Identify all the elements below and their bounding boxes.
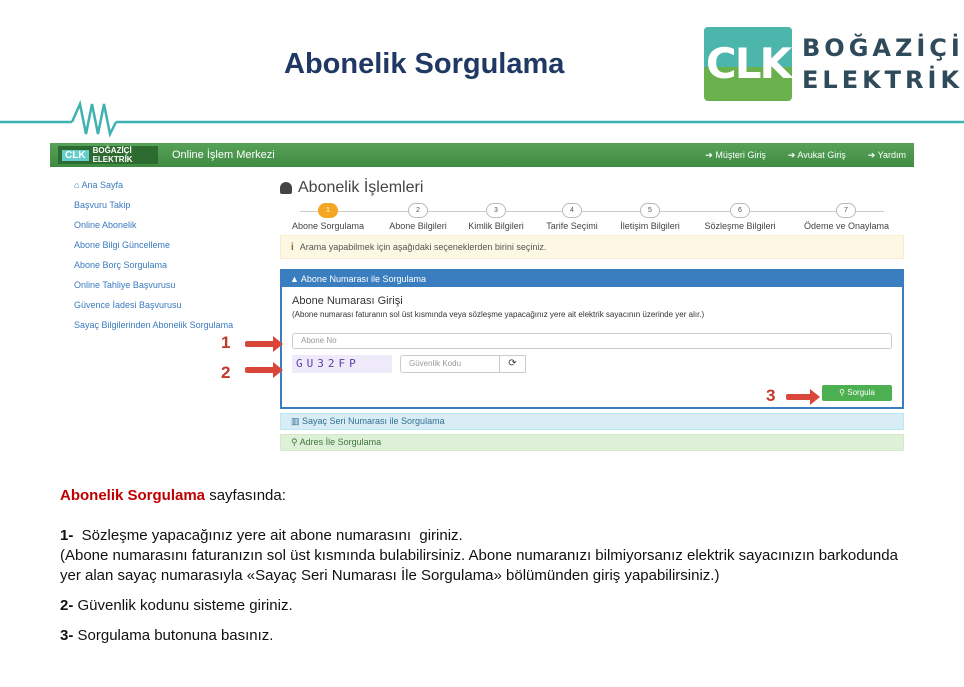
page-title-text: Abonelik İşlemleri [298, 179, 424, 196]
map-marker-icon: ⚲ [291, 437, 300, 447]
marker-1: 1 [221, 333, 231, 352]
step-2-number: 2- [60, 597, 74, 614]
intro-text: sayfasında: [205, 487, 286, 504]
abone-no-panel: ▲ Abone Numarası ile Sorgulama Abone Num… [280, 269, 904, 409]
company-logo: CLK BOĞAZİÇİ ELEKTRİK [704, 26, 964, 102]
wizard-step[interactable]: 3 Kimlik Bilgileri [454, 203, 538, 231]
instruction-step-2: 2- Güvenlik kodunu sisteme giriniz. [60, 596, 920, 616]
site-logo-mark: CLK [62, 149, 89, 161]
step-number: 5 [640, 203, 660, 218]
instruction-step-1-note: (Abone numarasını faturanızın sol üst kı… [60, 547, 898, 584]
sidebar-item-tahliye[interactable]: Online Tahliye Başvurusu [74, 279, 244, 299]
sidebar-item-label: Ana Sayfa [81, 180, 123, 190]
musteri-giris-link[interactable]: Müşteri Giriş [705, 150, 766, 161]
step-1-text: Sözleşme yapacağınız yere ait abone numa… [73, 527, 463, 544]
yardim-link[interactable]: Yardım [868, 150, 906, 161]
decorative-wave-line [0, 100, 964, 138]
slide-title: Abonelik Sorgulama [284, 48, 565, 80]
site-topbar: CLK BOĞAZİÇİ ELEKTRİK Online İşlem Merke… [50, 143, 914, 167]
refresh-captcha-button[interactable]: ⟳ [500, 355, 526, 373]
logo-line-1: BOĞAZİÇİ [802, 34, 964, 62]
wizard-step[interactable]: 5 İletişim Bilgileri [608, 203, 692, 231]
step-number: 2 [408, 203, 428, 218]
step-number: 1 [318, 203, 338, 218]
logo-wordmark: BOĞAZİÇİ ELEKTRİK [802, 32, 964, 96]
sidebar-item-online-abonelik[interactable]: Online Abonelik [74, 219, 244, 239]
wizard-step[interactable]: 6 Sözleşme Bilgileri [698, 203, 782, 231]
step-label: Abone Bilgileri [389, 221, 447, 231]
panel-note: (Abone numarası faturanın sol üst kısmın… [292, 310, 705, 319]
main-content: Abonelik İşlemleri 1 Abone Sorgulama 2 Abo… [280, 179, 904, 451]
marker-2: 2 [221, 363, 231, 382]
marker-3: 3 [766, 386, 776, 405]
step-label: İletişim Bilgileri [620, 221, 680, 231]
accordion-label: Sayaç Seri Numarası ile Sorgulama [302, 416, 445, 426]
instructions-intro: Abonelik Sorgulama sayfasında: [60, 486, 920, 506]
sorgula-label: Sorgula [847, 388, 875, 397]
avukat-giris-link[interactable]: Avukat Giriş [788, 150, 845, 161]
step-3-number: 3- [60, 627, 74, 644]
sidebar-item-bilgi-guncelleme[interactable]: Abone Bilgi Güncelleme [74, 239, 244, 259]
step-number: 4 [562, 203, 582, 218]
sidebar-item-sayac-sorgulama[interactable]: Sayaç Bilgilerinden Abonelik Sorgulama [74, 319, 244, 345]
sorgula-button[interactable]: ⚲ Sorgula [822, 385, 892, 401]
arrow-1 [245, 336, 283, 352]
panel-heading: Abone Numarası Girişi [292, 295, 403, 307]
barcode-icon: ▥ [291, 416, 303, 426]
accordion-seri-no[interactable]: ▥ Sayaç Seri Numarası ile Sorgulama [280, 413, 904, 430]
user-icon: ▲ [290, 274, 301, 284]
instructions: Abonelik Sorgulama sayfasında: 1- Sözleş… [60, 486, 920, 646]
info-icon: i [291, 241, 294, 253]
user-icon [280, 182, 292, 194]
wizard-step[interactable]: 4 Tarife Seçimi [530, 203, 614, 231]
captcha-image: GU32FP [292, 355, 392, 373]
website-screenshot: CLK BOĞAZİÇİ ELEKTRİK Online İşlem Merke… [50, 143, 914, 458]
sidebar-item-guvence-iadesi[interactable]: Güvence İadesi Başvurusu [74, 299, 244, 319]
step-number: 7 [836, 203, 856, 218]
site-title: Online İşlem Merkezi [172, 149, 275, 161]
wizard-step[interactable]: 2 Abone Bilgileri [376, 203, 460, 231]
sidebar-item-basvuru-takip[interactable]: Başvuru Takip [74, 199, 244, 219]
sidebar-item-home[interactable]: ⌂ Ana Sayfa [74, 179, 244, 199]
page-title: Abonelik İşlemleri [280, 179, 904, 197]
instruction-step-1: 1- Sözleşme yapacağınız yere ait abone n… [60, 526, 920, 546]
step-label: Abone Sorgulama [291, 221, 365, 231]
step-label: Tarife Seçimi [546, 221, 598, 231]
accordion-label: Adres İle Sorgulama [299, 437, 382, 447]
topbar-links: Müşteri Giriş Avukat Giriş Yardım [705, 150, 906, 161]
accordion-adres[interactable]: ⚲ Adres İle Sorgulama [280, 434, 904, 451]
site-logo-text: BOĞAZİÇİ ELEKTRİK [92, 146, 133, 164]
step-1-number: 1- [60, 527, 74, 544]
alert-text: Arama yapabilmek için aşağıdaki seçenekl… [299, 242, 547, 252]
logo-mark-text: CLK [705, 39, 792, 88]
site-logo[interactable]: CLK BOĞAZİÇİ ELEKTRİK [58, 146, 158, 164]
abone-no-input[interactable]: Abone No [292, 333, 892, 349]
instruction-step-3: 3- Sorgulama butonuna basınız. [60, 626, 920, 646]
step-3-text: Sorgulama butonuna basınız. [73, 627, 274, 644]
wizard-step[interactable]: 1 Abone Sorgulama [286, 203, 370, 231]
step-label: Kimlik Bilgileri [468, 221, 524, 231]
step-number: 6 [730, 203, 750, 218]
wizard-steps: 1 Abone Sorgulama 2 Abone Bilgileri 3 Kimli… [280, 203, 904, 233]
step-label: Sözleşme Bilgileri [704, 221, 776, 231]
info-alert: i Arama yapabilmek için aşağıdaki seçene… [280, 235, 904, 259]
security-code-input[interactable]: Güvenlik Kodu [400, 355, 500, 373]
logo-line-2: ELEKTRİK [802, 66, 964, 94]
panel-header[interactable]: ▲ Abone Numarası ile Sorgulama [282, 271, 902, 287]
intro-highlight: Abonelik Sorgulama [60, 487, 206, 504]
panel-title: Abone Numarası ile Sorgulama [300, 274, 426, 284]
arrow-2 [245, 362, 283, 378]
refresh-icon: ⟳ [508, 358, 517, 369]
sidebar-item-borc-sorgulama[interactable]: Abone Borç Sorgulama [74, 259, 244, 279]
arrow-3 [786, 389, 820, 405]
sidebar-menu: ⌂ Ana Sayfa Başvuru Takip Online Aboneli… [74, 179, 244, 345]
step-label: Ödeme ve Onaylama [804, 221, 890, 231]
step-number: 3 [486, 203, 506, 218]
step-2-text: Güvenlik kodunu sisteme giriniz. [73, 597, 293, 614]
logo-mark: CLK [704, 27, 792, 101]
wizard-step[interactable]: 7 Ödeme ve Onaylama [804, 203, 890, 231]
